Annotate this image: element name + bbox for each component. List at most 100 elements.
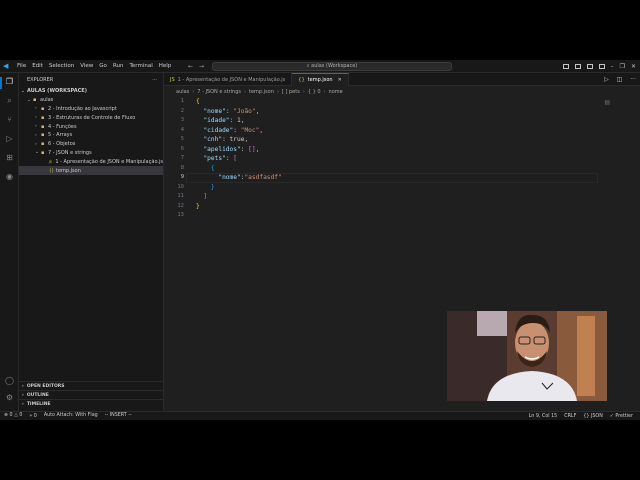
breadcrumb-item[interactable]: nome [329, 89, 343, 95]
code-line[interactable]: { [196, 164, 282, 174]
code-line[interactable]: ] [196, 192, 282, 202]
breadcrumb-item[interactable]: [ ] pets [282, 89, 300, 95]
status-right: Ln 9, Col 15 CRLF {} JSON ✓ Prettier [529, 414, 640, 419]
code-line[interactable]: "nome": "João", [196, 107, 282, 117]
menu-item-selection[interactable]: Selection [49, 60, 74, 73]
tree-folder[interactable]: ⌄ ▪ aulas [19, 96, 163, 105]
more-actions-icon[interactable]: ··· [152, 77, 157, 83]
code-line[interactable] [196, 211, 282, 221]
code-line[interactable]: "apelidos": [], [196, 145, 282, 155]
folder-icon: ▪ [41, 132, 45, 139]
source-control-icon[interactable]: ⑂ [5, 115, 14, 124]
minimize-icon[interactable]: – [611, 63, 614, 70]
code-line[interactable]: "cnh": true, [196, 135, 282, 145]
menu-item-go[interactable]: Go [99, 60, 107, 73]
breadcrumb-item[interactable]: aulas [176, 89, 189, 95]
breadcrumb-item[interactable]: { } 0 [308, 89, 321, 95]
toggle-secondary-sidebar-icon[interactable] [586, 64, 593, 69]
line-number: 9 [180, 174, 184, 180]
tree-file[interactable]: JS 1 - Apresentação de JSON e Manipulação… [19, 157, 163, 166]
remote-icon[interactable]: ◉ [5, 172, 14, 181]
tree-item-label: 5 - Arrays [48, 132, 73, 139]
breadcrumb-item[interactable]: temp.json [249, 89, 274, 95]
folder-icon: ▪ [41, 149, 45, 156]
tree-folder[interactable]: › ▪ 2 - Introdução ao Javascript [19, 105, 163, 114]
explorer-icon[interactable]: ❐ [5, 77, 14, 86]
tree-folder[interactable]: ⌄ ▪ 7 - JSON e strings [19, 149, 163, 158]
line-number: 4 [180, 126, 184, 133]
status-item[interactable]: Auto Attach: With Flag [44, 413, 98, 419]
status-item[interactable]: ⊗ 0 △ 0 [4, 413, 22, 419]
menu-item-view[interactable]: View [80, 60, 93, 73]
breadcrumb-separator-icon: › [323, 89, 326, 95]
code-line[interactable]: { [196, 97, 282, 107]
status-item[interactable]: ⑂ 0 [29, 413, 36, 419]
js-file-icon: JS [170, 76, 175, 83]
menu-item-help[interactable]: Help [159, 60, 172, 73]
nav-arrows: ← → [188, 60, 210, 73]
toggle-sidebar-icon[interactable] [562, 64, 569, 69]
code-token: "nome" [203, 107, 226, 115]
status-item[interactable]: Ln 9, Col 15 [529, 414, 558, 419]
tree-folder[interactable]: › ▪ 3 - Estruturas de Controle de Fluxo [19, 113, 163, 122]
close-window-icon[interactable]: ✕ [631, 63, 636, 70]
back-arrow-icon[interactable]: ← [188, 63, 193, 70]
toggle-panel-icon[interactable] [574, 64, 581, 69]
command-center[interactable]: ⌕ aulas (Workspace) [212, 62, 452, 71]
tree-item-label: 2 - Introdução ao Javascript [48, 105, 117, 112]
status-item[interactable]: CRLF [564, 414, 576, 419]
tree-file[interactable]: {} temp.json [19, 166, 163, 175]
outline-section[interactable]: › OUTLINE [19, 390, 164, 399]
workspace-row[interactable]: ⌄ AULAS (WORKSPACE) [19, 87, 163, 96]
code-token: "cidade" [203, 126, 234, 134]
code-line[interactable]: "cidade": "Moc", [196, 126, 282, 136]
code-line[interactable]: } [196, 202, 282, 212]
status-item[interactable]: {} JSON [583, 414, 602, 419]
line-number: 10 [177, 183, 184, 190]
menu-item-terminal[interactable]: Terminal [129, 60, 152, 73]
menu-item-file[interactable]: File [17, 60, 26, 73]
timeline-section[interactable]: › TIMELINE [19, 399, 164, 408]
json-file-icon: {} [298, 77, 305, 83]
status-left: ⊗ 0 △ 0 ⑂ 0 Auto Attach: With Flag -- INSER… [0, 413, 139, 419]
restore-icon[interactable]: ❐ [620, 63, 625, 70]
code-token: "Moc" [240, 126, 260, 134]
menu-item-edit[interactable]: Edit [32, 60, 43, 73]
tab-js-file[interactable]: JS 1 - Apresentação de JSON e Manipulaçã… [164, 73, 293, 86]
code-line[interactable]: "pets": [ [196, 154, 282, 164]
more-actions-icon[interactable]: ··· [630, 76, 636, 83]
settings-gear-icon[interactable]: ⚙ [5, 393, 14, 402]
tree-folder[interactable]: › ▪ 5 - Arrays [19, 131, 163, 140]
code-content[interactable]: { "nome": "João", "idade": 1, "cidade": … [196, 97, 282, 221]
tree-folder[interactable]: › ▪ 6 - Objetos [19, 140, 163, 149]
status-item[interactable]: ✓ Prettier [610, 414, 633, 419]
split-editor-icon[interactable]: ◫ [617, 76, 623, 83]
code-token: "apelidos" [203, 145, 241, 153]
tab-temp-json[interactable]: {} temp.json ✕ [292, 73, 349, 86]
line-number: 12 [177, 202, 184, 209]
code-token: , [255, 107, 260, 115]
run-icon[interactable]: ▷ [604, 76, 609, 83]
code-token: : [233, 126, 241, 134]
forward-arrow-icon[interactable]: → [199, 63, 204, 70]
code-token: "idade" [203, 117, 230, 124]
tree-folder[interactable]: › ▪ 4 - Funções [19, 122, 163, 131]
code-line[interactable]: "idade": 1, [196, 116, 282, 126]
webcam-overlay [447, 311, 607, 401]
chevron-right-icon: › [22, 401, 24, 407]
status-item[interactable]: -- INSERT -- [105, 413, 132, 419]
breadcrumb-item[interactable]: 7 - JSON e strings [197, 89, 241, 95]
menu-item-run[interactable]: Run [113, 60, 124, 73]
folder-icon: ▪ [41, 123, 45, 130]
open-editors-section[interactable]: › OPEN EDITORS [19, 381, 164, 390]
close-tab-icon[interactable]: ✕ [338, 77, 342, 83]
open-editors-label: OPEN EDITORS [26, 383, 65, 389]
search-icon[interactable]: ⌕ [5, 96, 14, 105]
code-line[interactable]: } [196, 183, 282, 193]
code-line[interactable]: "nome":"asdfasdf" [196, 173, 281, 183]
extensions-icon[interactable]: ⊞ [5, 153, 14, 162]
run-debug-icon[interactable]: ▷ [5, 134, 14, 143]
vscode-window: ◀ File Edit Selection View Go Run Terminal Help… [0, 60, 640, 420]
account-icon[interactable]: ◯ [5, 376, 14, 385]
customize-layout-icon[interactable] [598, 64, 605, 69]
